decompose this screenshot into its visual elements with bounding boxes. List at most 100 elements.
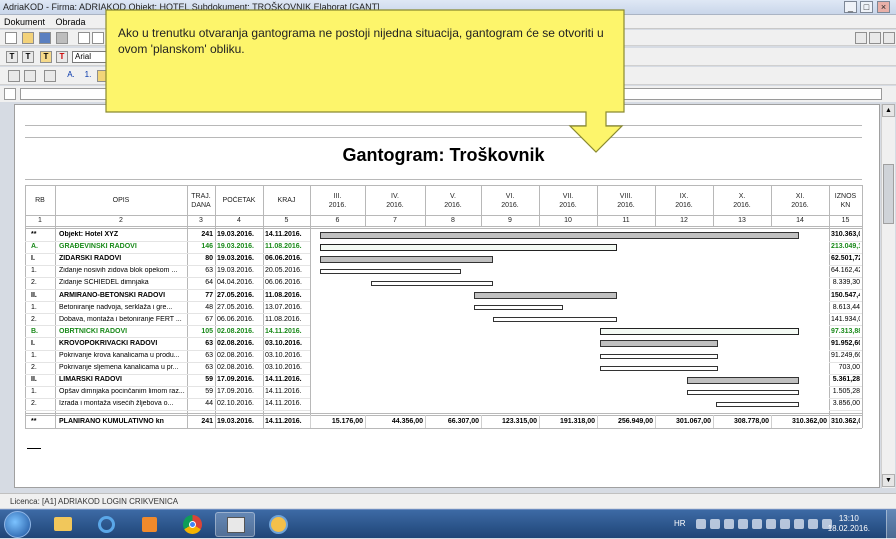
row-traj: 80: [205, 255, 213, 263]
font-select[interactable]: Arial: [72, 51, 108, 63]
doc-restore-button[interactable]: [869, 32, 881, 44]
row-opis: Objekt: Hotel XYZ: [59, 231, 119, 238]
text-style-button-4[interactable]: T: [56, 51, 68, 63]
row-opis: Opšav dimnjaka pocinčanim limom raz...: [59, 388, 185, 396]
row-pocetak: 27.05.2016.: [217, 291, 254, 299]
table-hline: [25, 228, 862, 229]
menu-dokument[interactable]: Dokument: [0, 15, 49, 29]
preview-icon[interactable]: [78, 32, 90, 44]
header-month: IX. 2016.: [675, 193, 693, 209]
ie-taskbar-icon[interactable]: [86, 512, 126, 537]
adriakod-taskbar-icon[interactable]: [215, 512, 255, 537]
toolbar-align: A. 1.: [0, 67, 896, 85]
row-separator: [25, 276, 310, 278]
row-kraj: 14.11.2016.: [265, 400, 302, 408]
gantt-bar: [371, 280, 493, 286]
number-list-button[interactable]: 1.: [82, 70, 94, 82]
paint-icon[interactable]: [8, 70, 20, 82]
row-iznos: 310.363,04: [831, 231, 860, 238]
gantt-bar: [686, 376, 799, 384]
show-desktop-button[interactable]: [886, 510, 896, 539]
row-rb: 1.: [31, 388, 37, 396]
print-icon[interactable]: [56, 32, 68, 44]
row-separator: [25, 373, 310, 375]
scroll-up-icon[interactable]: ▲: [882, 104, 895, 117]
maximize-button[interactable]: □: [860, 1, 873, 13]
formula-input[interactable]: [20, 88, 882, 100]
row-separator: [25, 289, 310, 290]
explorer-taskbar-icon[interactable]: [42, 512, 82, 537]
row-pocetak: 19.03.2016.: [217, 243, 254, 251]
document-workspace: Gantogram: Troškovnik RB OPIS TRAJ. DANA PO…: [14, 104, 880, 488]
row-opis: Izrada i montaža visećih žljebova o...: [59, 400, 174, 408]
text-style-button-1[interactable]: T: [6, 51, 18, 63]
scroll-down-icon[interactable]: ▼: [882, 474, 895, 487]
tray-icon-2[interactable]: [710, 519, 720, 529]
tool-taskbar-icon[interactable]: [258, 512, 298, 537]
zoom-icon[interactable]: [92, 32, 104, 44]
cell-ref-box[interactable]: [4, 88, 16, 100]
total-month-value: 301.067,00: [675, 417, 711, 425]
open-folder-icon[interactable]: [22, 32, 34, 44]
gantt-bar: [599, 365, 718, 371]
chrome-taskbar-icon[interactable]: [172, 512, 212, 537]
tray-icon-7[interactable]: [780, 519, 790, 529]
tray-icon-1[interactable]: [696, 519, 706, 529]
doc-close-button[interactable]: [883, 32, 895, 44]
doc-minimize-button[interactable]: [855, 32, 867, 44]
letter-list-button[interactable]: A.: [65, 70, 77, 82]
header-traj: TRAJ. DANA: [191, 193, 211, 209]
tray-icon-3[interactable]: [724, 519, 734, 529]
tray-icon-6[interactable]: [766, 519, 776, 529]
row-opis: Pokrivanje sljemena kanalicama u pr...: [59, 364, 179, 372]
row-traj: 241: [201, 231, 213, 238]
tray-icon-8[interactable]: [794, 519, 804, 529]
row-kraj: 11.08.2016.: [265, 243, 302, 251]
row-traj: 64: [205, 279, 213, 287]
gantt-bar: [599, 328, 799, 336]
clock[interactable]: 13:10 18.02.2016.: [828, 514, 870, 534]
row-separator: [829, 313, 862, 315]
row-pocetak: 19.03.2016.: [217, 231, 254, 238]
row-traj: 44: [205, 400, 213, 408]
row-kraj: 14.11.2016.: [265, 231, 302, 238]
align-icon[interactable]: [44, 70, 56, 82]
text-style-button-2[interactable]: T: [22, 51, 34, 63]
column-number: 4: [237, 217, 241, 224]
row-separator: [25, 325, 310, 327]
row-rb: 1.: [31, 303, 37, 311]
row-rb: I.: [31, 339, 35, 347]
menu-obrada[interactable]: Obrada: [52, 15, 90, 29]
row-iznos: 141.934,00: [831, 315, 860, 323]
list-icon[interactable]: [24, 70, 36, 82]
media-taskbar-icon[interactable]: [129, 512, 169, 537]
row-pocetak: 02.08.2016.: [217, 339, 254, 347]
row-separator: [829, 337, 862, 339]
start-button-icon[interactable]: [4, 511, 31, 538]
row-opis: OBRTNIČKI RADOVI: [59, 327, 128, 335]
row-iznos: 62.501,72: [831, 255, 860, 263]
network-icon[interactable]: [808, 519, 818, 529]
scroll-thumb[interactable]: [883, 164, 894, 224]
save-icon[interactable]: [39, 32, 51, 44]
row-opis: KROVOPOKRIVAČKI RADOVI: [59, 339, 158, 347]
column-number: 7: [393, 217, 397, 224]
new-file-icon[interactable]: [5, 32, 17, 44]
row-opis: Zidanje nosivih zidova blok opekom ...: [59, 267, 178, 275]
column-number: 6: [335, 217, 340, 224]
close-button[interactable]: ×: [877, 1, 890, 13]
row-traj: 105: [201, 327, 213, 335]
row-rb: 2.: [31, 315, 37, 323]
highlight-icon[interactable]: [97, 70, 109, 82]
text-style-button-3[interactable]: T: [40, 51, 52, 63]
end-marker: [27, 447, 41, 449]
language-indicator[interactable]: HR: [674, 519, 686, 528]
row-separator: [829, 410, 862, 411]
gantt-bar: [319, 255, 493, 263]
total-month-value: 191.318,00: [559, 417, 595, 425]
vertical-scrollbar[interactable]: ▲ ▼: [881, 104, 895, 488]
minimize-button[interactable]: _: [844, 1, 857, 13]
row-traj: 59: [205, 388, 213, 396]
tray-icon-4[interactable]: [738, 519, 748, 529]
tray-icon-5[interactable]: [752, 519, 762, 529]
